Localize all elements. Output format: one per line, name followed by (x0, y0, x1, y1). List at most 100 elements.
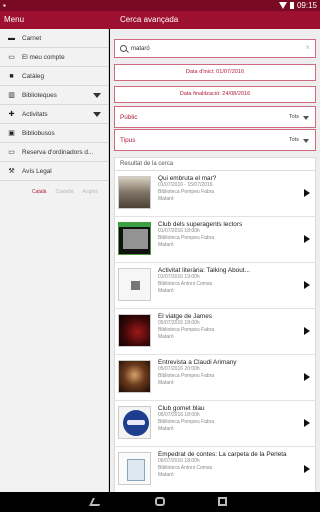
sidebar-item-label: Catàleg (22, 72, 45, 80)
result-thumbnail (118, 360, 151, 393)
main-panel: mataró × Data d'inici: 01/07/2016 Data f… (110, 29, 320, 492)
result-date: 06/07/2016 18:00h (158, 458, 200, 464)
result-city: Mataró (158, 334, 174, 340)
sidebar-item-computer-booking[interactable]: ▭ Reserva d'ordinadors d... (0, 143, 108, 162)
result-item[interactable]: Club dels superagents lectors 01/07/2016… (115, 217, 315, 263)
start-date-field[interactable]: Data d'inici: 01/07/2016 (114, 64, 316, 81)
result-thumbnail (118, 314, 151, 347)
language-castella[interactable]: Castellà (55, 189, 73, 195)
result-title: El viatge de James (158, 313, 212, 320)
sidebar-item-label: Bibliobusos (22, 129, 55, 137)
chevron-down-icon[interactable] (93, 93, 101, 98)
chevron-down-icon[interactable] (93, 112, 101, 117)
result-date: 01/07/2016 18:00h (158, 228, 200, 234)
pin-icon: ✚ (8, 111, 15, 118)
monitor-icon: ▭ (8, 149, 15, 156)
result-date: 01/07/2016 19:00h (158, 274, 200, 280)
sidebar-item-legal[interactable]: ⚒ Avís Legal (0, 162, 108, 181)
sidebar-item-catalog[interactable]: ■ Catàleg (0, 67, 108, 86)
result-thumbnail (118, 268, 151, 301)
result-city: Mataró (158, 426, 174, 432)
result-city: Mataró (158, 380, 174, 386)
sidebar-item-account[interactable]: ▭ El meu compte (0, 48, 108, 67)
result-thumbnail (118, 452, 151, 485)
folder-icon: ■ (9, 72, 14, 80)
end-date-field[interactable]: Data finalització: 24/08/2016 (114, 86, 316, 103)
result-item[interactable]: Activitat literària: Talking About... 01… (115, 263, 315, 309)
status-bar: ▪ 09:15 (0, 0, 320, 11)
result-item[interactable]: Empedrat de contes: La carpeta de la Per… (115, 447, 315, 492)
result-city: Mataró (158, 472, 174, 478)
home-icon[interactable] (155, 497, 165, 506)
id-card-icon: ▬ (8, 34, 15, 42)
search-input[interactable]: mataró × (114, 39, 316, 58)
result-title: Entrevista a Claudi Arimany (158, 359, 237, 366)
result-date: 05/07/2016 18:00h (158, 320, 200, 326)
chevron-right-icon[interactable] (304, 235, 310, 243)
result-city: Mataró (158, 288, 174, 294)
type-value: Tots (288, 137, 299, 143)
result-thumbnail (118, 406, 151, 439)
notification-icon: ▪ (3, 1, 6, 10)
user-icon: ▭ (8, 54, 15, 61)
result-city: Mataró (158, 242, 174, 248)
chevron-right-icon[interactable] (304, 281, 310, 289)
result-item[interactable]: Entrevista a Claudi Arimany 05/07/2016 2… (115, 355, 315, 401)
result-thumbnail (118, 222, 151, 255)
action-bar: Menu Cerca avançada (0, 11, 320, 29)
result-title: Club gomet blau (158, 405, 205, 412)
sidebar-item-label: El meu compte (22, 53, 65, 61)
back-icon[interactable] (89, 498, 103, 506)
result-item[interactable]: El viatge de James 05/07/2016 18:00h Bib… (115, 309, 315, 355)
bus-icon: ▣ (8, 130, 15, 137)
navigation-bar (0, 492, 320, 512)
chevron-right-icon[interactable] (304, 189, 310, 197)
result-city: Mataró (158, 196, 174, 202)
search-icon (120, 45, 127, 52)
result-item[interactable]: Club gomet blau 06/07/2016 18:00h Biblio… (115, 401, 315, 447)
result-title: Activitat literària: Talking About... (158, 267, 250, 274)
clear-icon[interactable]: × (305, 43, 310, 52)
books-icon: ▥ (8, 92, 15, 99)
dropdown-caret-icon (303, 139, 309, 143)
result-library: Biblioteca Antoni Comas (158, 465, 213, 471)
sidebar-item-libraries[interactable]: ▥ Biblioteques (0, 86, 108, 105)
result-title: Qui embruta el mar? (158, 175, 217, 182)
menu-title: Menu (4, 15, 25, 24)
language-angles[interactable]: Anglès (83, 189, 98, 195)
result-title: Empedrat de contes: La carpeta de la Per… (158, 451, 287, 458)
result-library: Biblioteca Pompeu Fabra (158, 373, 215, 379)
chevron-right-icon[interactable] (304, 419, 310, 427)
language-catala[interactable]: Català (32, 189, 46, 195)
status-time: 09:15 (296, 1, 317, 10)
sidebar-item-bibliobus[interactable]: ▣ Bibliobusos (0, 124, 108, 143)
sidebar-item-label: Carnet (22, 34, 42, 42)
public-select[interactable]: Públic Tots (114, 106, 316, 128)
results-list: Resultat de la cerca Qui embruta el mar?… (114, 157, 316, 492)
chevron-right-icon[interactable] (304, 465, 310, 473)
status-icons: 09:15 (278, 1, 317, 10)
wifi-icon (278, 2, 287, 9)
chevron-right-icon[interactable] (304, 373, 310, 381)
recent-apps-icon[interactable] (218, 497, 227, 506)
result-library: Biblioteca Pompeu Fabra (158, 235, 215, 241)
result-title: Club dels superagents lectors (158, 221, 243, 228)
type-label: Tipus (120, 137, 136, 144)
sidebar-item-activities[interactable]: ✚ Activitats (0, 105, 108, 124)
result-library: Biblioteca Pompeu Fabra (158, 189, 215, 195)
type-select[interactable]: Tipus Tots (114, 129, 316, 151)
result-date: 06/07/2016 18:00h (158, 412, 200, 418)
search-query: mataró (131, 45, 150, 52)
gavel-icon: ⚒ (8, 168, 15, 175)
result-item[interactable]: Qui embruta el mar? 01/07/2016 - 15/07/2… (115, 171, 315, 217)
sidebar-item-label: Reserva d'ordinadors d... (22, 148, 94, 156)
public-label: Públic (120, 114, 138, 121)
result-thumbnail (118, 176, 151, 209)
language-selector: Català Castellà Anglès (0, 181, 108, 195)
page-title: Cerca avançada (120, 15, 179, 24)
result-date: 01/07/2016 - 15/07/2016 (158, 182, 213, 188)
chevron-right-icon[interactable] (304, 327, 310, 335)
result-date: 05/07/2016 20:00h (158, 366, 200, 372)
sidebar-item-carnet[interactable]: ▬ Carnet (0, 29, 108, 48)
results-header: Resultat de la cerca (115, 158, 315, 171)
